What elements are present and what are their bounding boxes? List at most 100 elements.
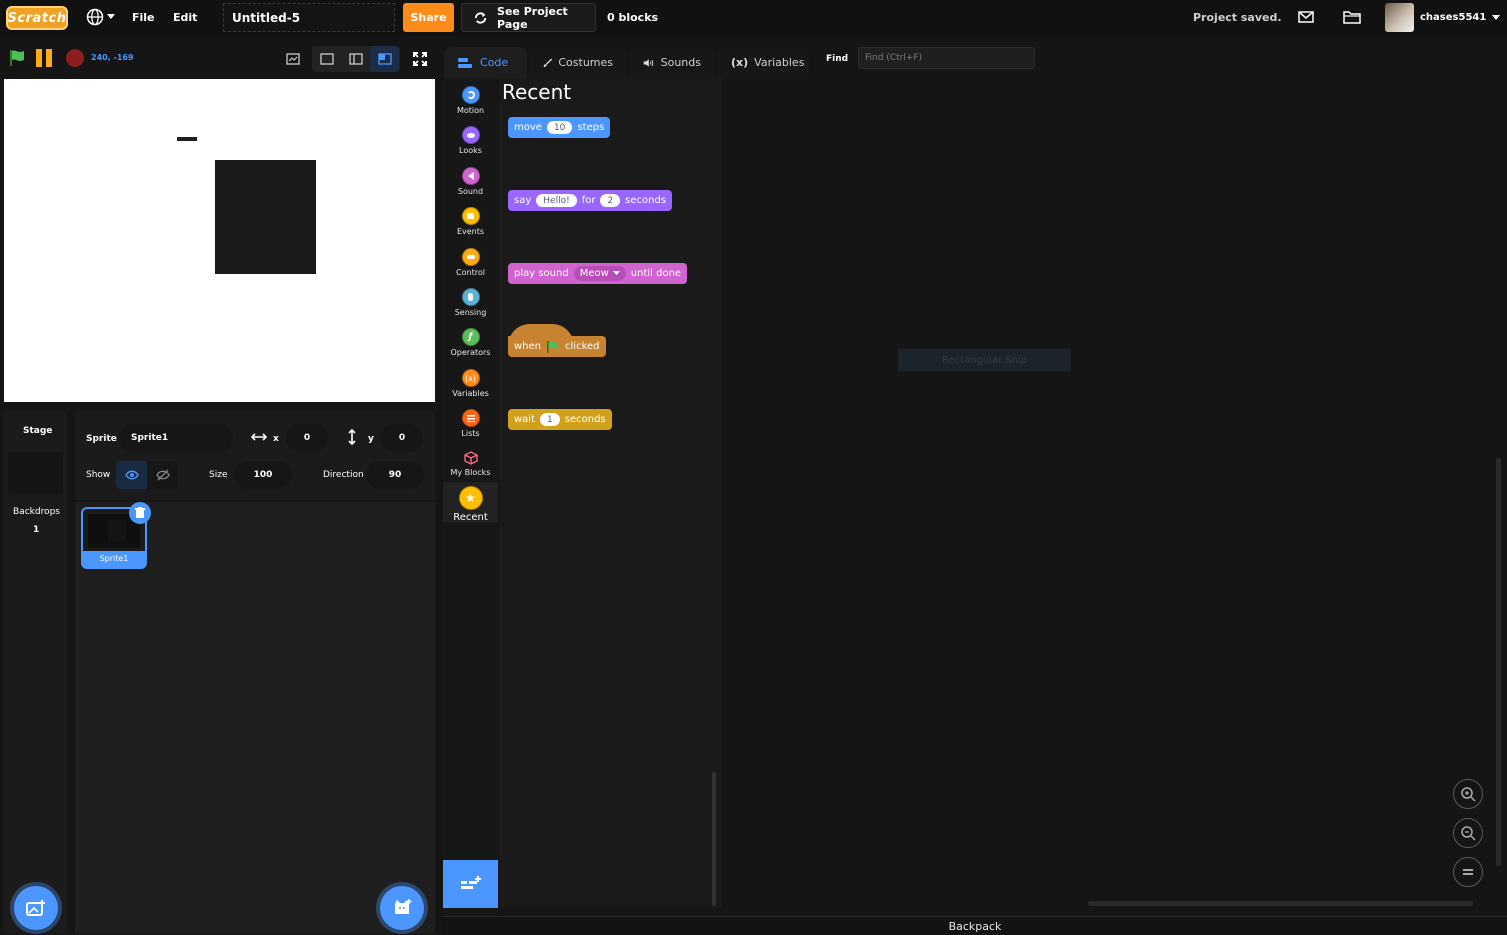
block-count: 0 blocks bbox=[607, 11, 659, 24]
play-sound-until-done-block[interactable]: play sound Meow until done bbox=[508, 263, 688, 284]
pause-icon[interactable] bbox=[36, 49, 54, 67]
language-menu[interactable] bbox=[86, 8, 115, 26]
backpack-label: Backpack bbox=[948, 919, 1002, 933]
screenshot-button[interactable] bbox=[280, 46, 306, 72]
move-steps-block[interactable]: move 10 steps bbox=[508, 117, 611, 138]
sound-category-icon bbox=[461, 167, 480, 185]
chevron-down-icon bbox=[107, 14, 115, 19]
stop-icon[interactable] bbox=[66, 49, 84, 67]
green-flag-icon[interactable] bbox=[8, 49, 26, 67]
editor-tabs: Code Costumes Sounds (x) Variables Find … bbox=[442, 44, 1507, 78]
category-events[interactable]: Events bbox=[443, 203, 498, 243]
block-text: seconds bbox=[564, 414, 606, 425]
chevron-down-icon bbox=[1492, 14, 1501, 20]
zoom-in-button[interactable] bbox=[1453, 779, 1483, 809]
x-label: x bbox=[273, 434, 279, 444]
add-backdrop-icon bbox=[26, 900, 45, 916]
script-workspace[interactable] bbox=[723, 78, 1507, 908]
sprite-name-field[interactable]: Sprite1 bbox=[119, 424, 233, 452]
stage-header: 240, -169 bbox=[0, 44, 440, 74]
text-input[interactable]: Hello! bbox=[536, 194, 577, 207]
category-sensing[interactable]: Sensing bbox=[443, 284, 498, 324]
extension-icon bbox=[460, 876, 481, 889]
my-stuff-folder-icon[interactable] bbox=[1343, 10, 1361, 24]
green-flag-icon bbox=[547, 340, 559, 353]
messages-icon[interactable] bbox=[1298, 11, 1314, 23]
edit-menu[interactable]: Edit bbox=[173, 11, 197, 24]
category-label: Events bbox=[456, 227, 485, 236]
x-position-field[interactable]: 0 bbox=[286, 424, 328, 452]
category-looks[interactable]: Looks bbox=[443, 122, 498, 162]
tab-sounds-label: Sounds bbox=[660, 56, 701, 69]
star-icon: ★ bbox=[458, 486, 483, 510]
tab-code[interactable]: Code bbox=[444, 47, 527, 78]
palette-scrollbar[interactable] bbox=[712, 772, 716, 906]
show-sprite-button[interactable] bbox=[116, 461, 147, 489]
visibility-toggle bbox=[116, 461, 178, 489]
backpack-header[interactable]: Backpack bbox=[443, 916, 1507, 935]
sprite-rectangle[interactable] bbox=[215, 160, 316, 274]
mouse-coordinates: 240, -169 bbox=[91, 53, 134, 62]
sound-dropdown[interactable]: Meow bbox=[573, 266, 626, 281]
number-input[interactable]: 2 bbox=[600, 194, 621, 207]
see-project-page-button[interactable]: See Project Page bbox=[461, 3, 596, 32]
block-text: play sound bbox=[514, 268, 569, 279]
size-field[interactable]: 100 bbox=[234, 461, 292, 489]
normal-stage-button[interactable] bbox=[341, 46, 370, 72]
category-variables[interactable]: (x) Variables bbox=[443, 365, 498, 405]
block-text: wait bbox=[514, 414, 536, 425]
small-stage-button[interactable] bbox=[312, 46, 341, 72]
zoom-out-button[interactable] bbox=[1453, 818, 1483, 848]
tab-costumes[interactable]: Costumes bbox=[529, 47, 627, 78]
sprite-label: Sprite bbox=[86, 434, 117, 444]
number-input[interactable]: 1 bbox=[540, 413, 560, 426]
when-flag-clicked-block[interactable]: when clicked bbox=[508, 336, 606, 357]
fullscreen-button[interactable] bbox=[407, 46, 433, 72]
events-category-icon bbox=[461, 207, 480, 225]
zoom-in-icon bbox=[1461, 787, 1476, 802]
scratch-logo[interactable]: Scratch bbox=[6, 6, 68, 30]
find-input[interactable]: Find (Ctrl+F) bbox=[858, 47, 1035, 69]
category-control[interactable]: Control bbox=[443, 244, 498, 284]
tab-variables[interactable]: (x) Variables bbox=[717, 47, 809, 78]
wait-seconds-block[interactable]: wait 1 seconds bbox=[508, 409, 612, 430]
category-lists[interactable]: Lists bbox=[443, 405, 498, 445]
choose-backdrop-button[interactable] bbox=[14, 886, 58, 930]
variables-icon: (x) bbox=[731, 56, 749, 69]
zoom-reset-button[interactable] bbox=[1453, 857, 1483, 887]
account-menu[interactable]: chases5541 bbox=[1385, 3, 1501, 32]
stage-thumbnail[interactable] bbox=[8, 452, 63, 494]
say-for-seconds-block[interactable]: say Hello! for 2 seconds bbox=[508, 190, 673, 211]
category-sound[interactable]: Sound bbox=[443, 163, 498, 203]
hide-sprite-button[interactable] bbox=[147, 461, 178, 489]
block-text: say bbox=[514, 195, 532, 206]
choose-sprite-button[interactable] bbox=[380, 886, 424, 930]
number-input[interactable]: 10 bbox=[546, 121, 573, 134]
block-text: until done bbox=[630, 268, 682, 279]
eye-slash-icon bbox=[155, 469, 170, 481]
category-my-blocks[interactable]: My Blocks bbox=[443, 446, 498, 486]
file-menu[interactable]: File bbox=[132, 11, 155, 24]
stage-canvas[interactable] bbox=[4, 79, 435, 402]
direction-field[interactable]: 90 bbox=[366, 461, 424, 489]
small-stage-icon bbox=[319, 53, 334, 65]
category-label: My Blocks bbox=[450, 468, 491, 477]
tab-sounds[interactable]: Sounds bbox=[629, 47, 715, 78]
workspace-vertical-scrollbar[interactable] bbox=[1496, 458, 1501, 866]
category-operators[interactable]: ƒ Operators bbox=[443, 324, 498, 364]
workspace-horizontal-scrollbar[interactable] bbox=[1088, 901, 1473, 906]
delete-sprite-button[interactable] bbox=[129, 502, 151, 524]
chevron-down-icon bbox=[612, 271, 620, 275]
project-title-input[interactable]: Untitled-5 bbox=[223, 3, 395, 32]
stage-size-toggle bbox=[312, 46, 400, 72]
large-stage-button[interactable] bbox=[370, 46, 399, 72]
category-recent[interactable]: ★ Recent bbox=[443, 484, 498, 524]
speaker-icon bbox=[643, 58, 654, 67]
share-button[interactable]: Share bbox=[403, 3, 454, 32]
tab-variables-label: Variables bbox=[754, 56, 805, 69]
category-motion[interactable]: Motion bbox=[443, 82, 498, 122]
add-extension-button[interactable] bbox=[443, 860, 498, 908]
category-label: Lists bbox=[461, 429, 480, 438]
y-position-field[interactable]: 0 bbox=[381, 424, 423, 452]
palette-heading: Recent bbox=[502, 80, 572, 104]
